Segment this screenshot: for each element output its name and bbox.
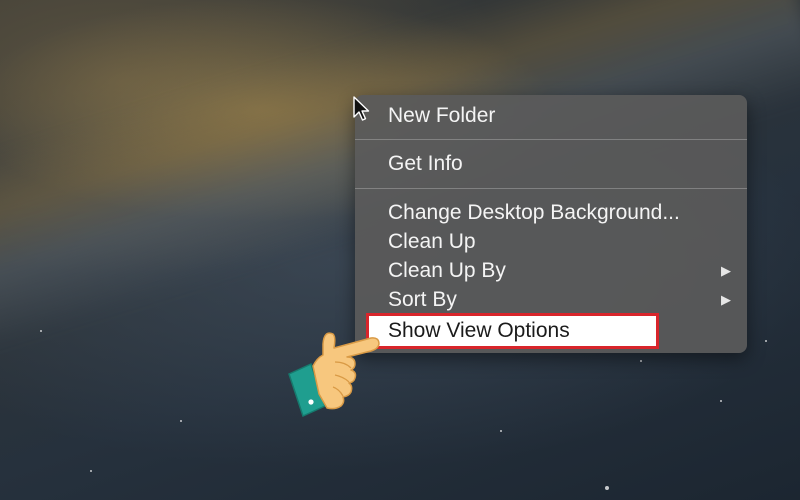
star bbox=[90, 470, 92, 472]
arrow-cursor-icon bbox=[353, 96, 370, 121]
star bbox=[720, 400, 722, 402]
menu-separator bbox=[355, 188, 747, 189]
star bbox=[500, 430, 502, 432]
menu-item-new-folder[interactable]: New Folder bbox=[355, 101, 747, 130]
menu-item-label: Sort By bbox=[388, 288, 457, 311]
star bbox=[640, 360, 642, 362]
menu-separator bbox=[355, 139, 747, 140]
menu-item-label: Clean Up bbox=[388, 230, 476, 253]
menu-item-label: New Folder bbox=[388, 104, 496, 127]
menu-item-label: Get Info bbox=[388, 152, 463, 175]
menu-item-clean-up-by[interactable]: Clean Up By ▶ bbox=[355, 256, 747, 285]
star bbox=[605, 486, 609, 490]
menu-item-label: Show View Options bbox=[388, 319, 570, 342]
star bbox=[765, 340, 767, 342]
star bbox=[40, 330, 42, 332]
submenu-arrow-icon: ▶ bbox=[721, 292, 731, 307]
menu-item-label: Clean Up By bbox=[388, 259, 506, 282]
star bbox=[180, 420, 182, 422]
menu-item-change-desktop-background[interactable]: Change Desktop Background... bbox=[355, 198, 747, 227]
menu-item-sort-by[interactable]: Sort By ▶ bbox=[355, 285, 747, 314]
submenu-arrow-icon: ▶ bbox=[721, 263, 731, 278]
pointing-hand-icon bbox=[288, 332, 380, 418]
menu-item-label: Change Desktop Background... bbox=[388, 201, 680, 224]
menu-item-get-info[interactable]: Get Info bbox=[355, 149, 747, 178]
menu-item-clean-up[interactable]: Clean Up bbox=[355, 227, 747, 256]
